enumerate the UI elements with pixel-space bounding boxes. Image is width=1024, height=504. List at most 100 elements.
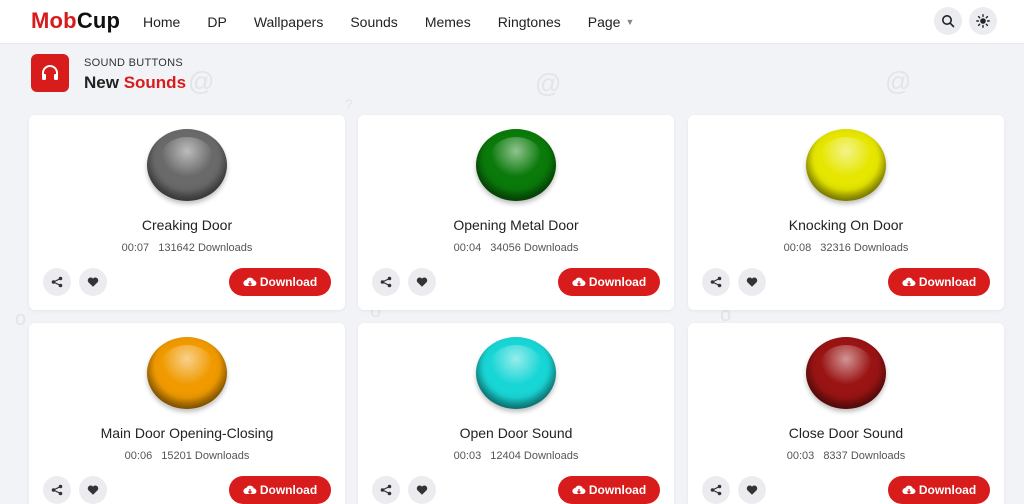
sound-play-button[interactable]	[147, 337, 227, 409]
nav-item-wallpapers[interactable]: Wallpapers	[254, 14, 324, 30]
share-icon	[51, 484, 63, 496]
headphones-icon	[42, 65, 58, 80]
sound-downloads: 15201 Downloads	[161, 450, 250, 462]
download-button[interactable]: Download	[229, 268, 331, 296]
download-button[interactable]: Download	[888, 476, 990, 504]
cloud-download-icon	[243, 277, 257, 287]
sound-meta: 00:06 15201 Downloads	[29, 450, 345, 462]
sound-meta: 00:08 32316 Downloads	[688, 242, 1004, 254]
sound-meta: 00:03 12404 Downloads	[358, 450, 674, 462]
nav-item-home[interactable]: Home	[143, 14, 180, 30]
nav-item-page[interactable]: Page ▼	[588, 14, 635, 30]
site-logo[interactable]: MobCup	[31, 8, 120, 34]
share-button[interactable]	[372, 268, 400, 296]
search-icon	[942, 15, 955, 28]
sound-play-button[interactable]	[806, 337, 886, 409]
download-button[interactable]: Download	[229, 476, 331, 504]
section-title: New Sounds	[84, 73, 186, 93]
sound-play-button[interactable]	[476, 129, 556, 201]
sound-card: Opening Metal Door 00:04 34056 Downloads…	[358, 115, 674, 310]
share-icon	[710, 276, 722, 288]
main-nav: Home DP Wallpapers Sounds Memes Ringtone…	[143, 0, 661, 44]
sound-duration: 00:07	[121, 242, 150, 254]
download-button[interactable]: Download	[558, 476, 660, 504]
share-button[interactable]	[43, 268, 71, 296]
top-navbar: MobCup Home DP Wallpapers Sounds Memes R…	[0, 0, 1024, 44]
sound-downloads: 131642 Downloads	[158, 242, 253, 254]
sound-title[interactable]: Close Door Sound	[688, 425, 1004, 441]
nav-item-memes[interactable]: Memes	[425, 14, 471, 30]
nav-item-sounds[interactable]: Sounds	[350, 14, 397, 30]
section-title-plain: New	[84, 73, 124, 92]
share-icon	[380, 276, 392, 288]
sound-title[interactable]: Main Door Opening-Closing	[29, 425, 345, 441]
chevron-down-icon: ▼	[625, 17, 635, 27]
share-button[interactable]	[702, 476, 730, 504]
sound-downloads: 34056 Downloads	[490, 242, 579, 254]
sound-downloads: 8337 Downloads	[823, 450, 906, 462]
download-label: Download	[918, 483, 977, 497]
share-icon	[710, 484, 722, 496]
share-icon	[380, 484, 392, 496]
logo-part-mob: Mob	[31, 8, 77, 33]
cloud-download-icon	[902, 277, 916, 287]
heart-icon	[416, 485, 428, 495]
download-label: Download	[588, 275, 647, 289]
favorite-button[interactable]	[79, 476, 107, 504]
heart-icon	[87, 277, 99, 287]
sound-card: Knocking On Door 00:08 32316 Downloads D…	[688, 115, 1004, 310]
search-button[interactable]	[934, 7, 962, 35]
favorite-button[interactable]	[408, 476, 436, 504]
download-label: Download	[918, 275, 977, 289]
download-label: Download	[259, 483, 318, 497]
sound-card: Creaking Door 00:07 131642 Downloads Dow…	[29, 115, 345, 310]
sound-duration: 00:08	[783, 242, 812, 254]
sound-play-button[interactable]	[476, 337, 556, 409]
share-icon	[51, 276, 63, 288]
sound-downloads: 12404 Downloads	[490, 450, 579, 462]
theme-toggle-button[interactable]	[969, 7, 997, 35]
sound-title[interactable]: Creaking Door	[29, 217, 345, 233]
cloud-download-icon	[902, 485, 916, 495]
heart-icon	[416, 277, 428, 287]
sound-title[interactable]: Open Door Sound	[358, 425, 674, 441]
share-button[interactable]	[43, 476, 71, 504]
favorite-button[interactable]	[738, 476, 766, 504]
share-button[interactable]	[702, 268, 730, 296]
sound-card: Main Door Opening-Closing 00:06 15201 Do…	[29, 323, 345, 504]
sound-title[interactable]: Knocking On Door	[688, 217, 1004, 233]
section-icon-badge	[31, 54, 69, 92]
nav-item-ringtones[interactable]: Ringtones	[498, 14, 561, 30]
download-label: Download	[259, 275, 318, 289]
heart-icon	[746, 485, 758, 495]
favorite-button[interactable]	[408, 268, 436, 296]
nav-item-page-label: Page	[587, 14, 621, 30]
cloud-download-icon	[243, 485, 257, 495]
sound-meta: 00:03 8337 Downloads	[688, 450, 1004, 462]
sound-meta: 00:04 34056 Downloads	[358, 242, 674, 254]
sound-card: Close Door Sound 00:03 8337 Downloads Do…	[688, 323, 1004, 504]
favorite-button[interactable]	[79, 268, 107, 296]
sound-play-button[interactable]	[147, 129, 227, 201]
sound-title[interactable]: Opening Metal Door	[358, 217, 674, 233]
share-button[interactable]	[372, 476, 400, 504]
sound-card: Open Door Sound 00:03 12404 Downloads Do…	[358, 323, 674, 504]
sun-icon	[976, 14, 990, 28]
nav-item-dp[interactable]: DP	[207, 14, 226, 30]
sound-play-button[interactable]	[806, 129, 886, 201]
download-label: Download	[588, 483, 647, 497]
cloud-download-icon	[572, 277, 586, 287]
sound-downloads: 32316 Downloads	[820, 242, 909, 254]
sound-duration: 00:03	[453, 450, 482, 462]
heart-icon	[87, 485, 99, 495]
logo-part-cup: Cup	[76, 8, 121, 33]
sound-duration: 00:04	[453, 242, 482, 254]
download-button[interactable]: Download	[888, 268, 990, 296]
cloud-download-icon	[572, 485, 586, 495]
section-title-highlight: Sounds	[123, 73, 187, 92]
sound-meta: 00:07 131642 Downloads	[29, 242, 345, 254]
sound-duration: 00:03	[786, 450, 815, 462]
download-button[interactable]: Download	[558, 268, 660, 296]
section-subtitle: SOUND BUTTONS	[84, 57, 184, 69]
favorite-button[interactable]	[738, 268, 766, 296]
